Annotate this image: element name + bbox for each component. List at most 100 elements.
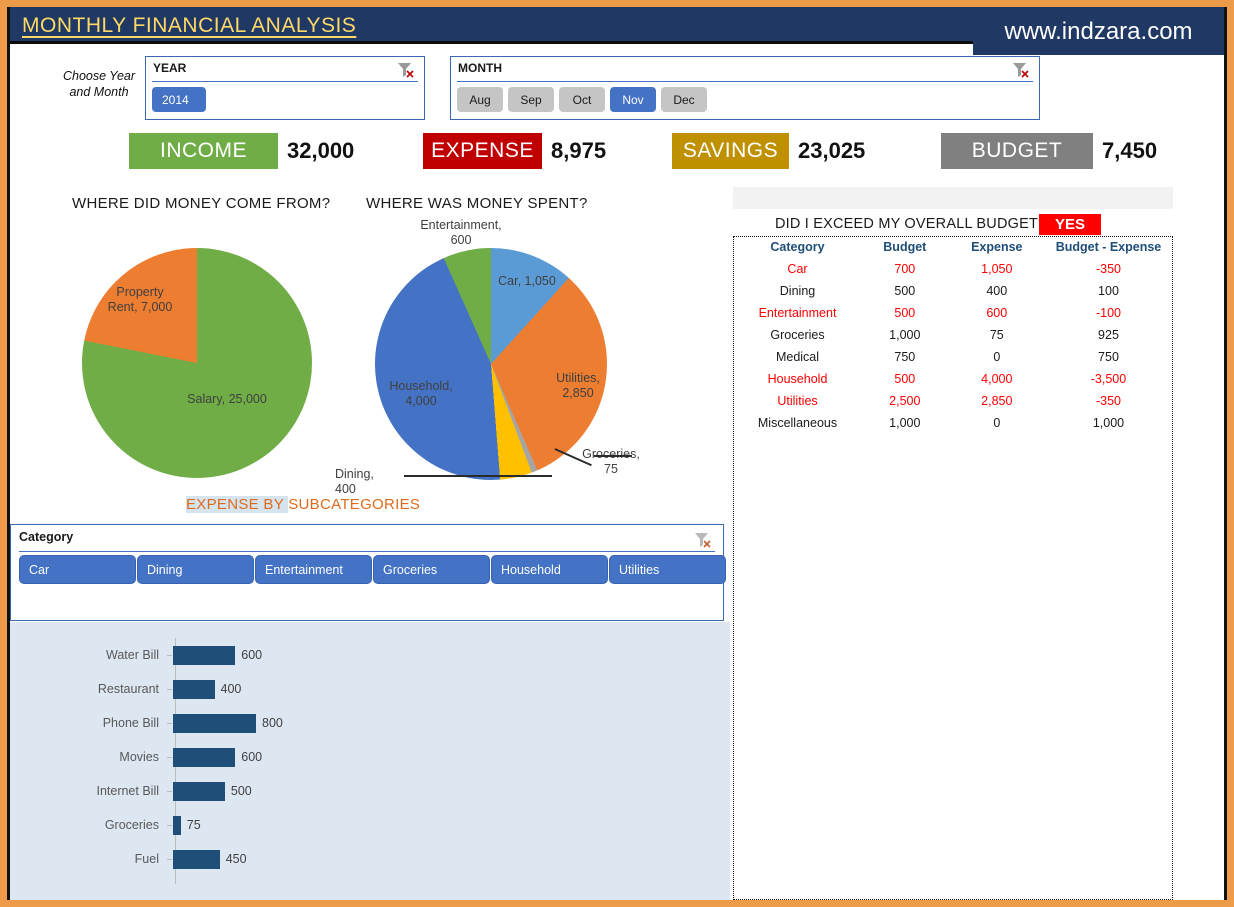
slicer-month-option-dec[interactable]: Dec <box>661 87 707 112</box>
expense-pie-slice-label: Utilities, 2,850 <box>540 371 616 401</box>
subcategory-title-highlight: EXPENSE BY <box>186 496 288 513</box>
bar-value-label: 600 <box>241 648 262 662</box>
table-cell-category: Car <box>734 258 861 280</box>
table-cell-budget: 700 <box>861 258 949 280</box>
kpi-budget: BUDGET 7,450 <box>941 133 1157 169</box>
bar-fill <box>173 850 220 869</box>
bar-value-label: 75 <box>187 818 201 832</box>
bar-category-label: Water Bill <box>10 648 167 662</box>
slicer-category-items[interactable]: CarDiningEntertainmentGroceriesHousehold… <box>19 555 726 584</box>
table-cell-expense: 75 <box>949 324 1045 346</box>
slicer-category-option-entertainment[interactable]: Entertainment <box>255 555 372 584</box>
bar-fill <box>173 748 235 767</box>
table-row: Utilities2,5002,850-350 <box>734 390 1172 412</box>
kpi-income-value: 32,000 <box>287 138 354 164</box>
table-row: Entertainment500600-100 <box>734 302 1172 324</box>
income-pie-chart <box>82 248 312 478</box>
slicer-month-option-sep[interactable]: Sep <box>508 87 554 112</box>
clear-filter-icon[interactable] <box>1011 61 1031 79</box>
table-cell-diff: 1,000 <box>1045 412 1172 434</box>
income-pie-slice-label: Salary, 25,000 <box>182 392 272 407</box>
table-cell-budget: 2,500 <box>861 390 949 412</box>
slicer-category-option-utilities[interactable]: Utilities <box>609 555 726 584</box>
table-cell-expense: 600 <box>949 302 1045 324</box>
table-row: Car7001,050-350 <box>734 258 1172 280</box>
kpi-income: INCOME 32,000 <box>129 133 354 169</box>
bar-category-label: Fuel <box>10 852 167 866</box>
bar-fill <box>173 680 215 699</box>
table-cell-category: Entertainment <box>734 302 861 324</box>
slicer-category-option-dining[interactable]: Dining <box>137 555 254 584</box>
brand-logo-text: www.indzara.com <box>1004 18 1192 46</box>
kpi-budget-value: 7,450 <box>1102 138 1157 164</box>
kpi-budget-label: BUDGET <box>941 133 1093 169</box>
slicer-month-option-nov[interactable]: Nov <box>610 87 656 112</box>
table-cell-diff: -3,500 <box>1045 368 1172 390</box>
table-column-header: Category <box>734 237 861 258</box>
table-cell-category: Groceries <box>734 324 861 346</box>
clear-filter-icon[interactable] <box>396 61 416 79</box>
slicer-divider <box>19 551 715 552</box>
budget-question-label: DID I EXCEED MY OVERALL BUDGET? <box>775 216 1046 232</box>
slicer-divider <box>457 81 1033 82</box>
slicer-month-option-oct[interactable]: Oct <box>559 87 605 112</box>
brand-logo[interactable]: www.indzara.com <box>973 8 1224 55</box>
slicer-category-option-car[interactable]: Car <box>19 555 136 584</box>
bar-value-label: 450 <box>226 852 247 866</box>
table-cell-budget: 1,000 <box>861 412 949 434</box>
table-column-header: Budget <box>861 237 949 258</box>
slicer-category[interactable]: Category CarDiningEntertainmentGroceries… <box>10 524 724 621</box>
table-cell-budget: 500 <box>861 368 949 390</box>
bar-chart-row: Internet Bill500 <box>10 774 730 808</box>
slicer-year-title: YEAR <box>153 61 186 75</box>
kpi-savings-label: SAVINGS <box>672 133 789 169</box>
budget-exceeded-badge: YES <box>1039 214 1101 235</box>
slicer-category-option-groceries[interactable]: Groceries <box>373 555 490 584</box>
kpi-savings-value: 23,025 <box>798 138 865 164</box>
table-cell-budget: 750 <box>861 346 949 368</box>
bar-fill <box>173 782 225 801</box>
table-cell-expense: 4,000 <box>949 368 1045 390</box>
kpi-savings: SAVINGS 23,025 <box>672 133 865 169</box>
expense-pie-title: WHERE WAS MONEY SPENT? <box>366 195 588 212</box>
slicer-year-option-2014[interactable]: 2014 <box>152 87 206 112</box>
table-cell-diff: 750 <box>1045 346 1172 368</box>
table-cell-diff: 925 <box>1045 324 1172 346</box>
subcategory-section-title: EXPENSE BY SUBCATEGORIES <box>186 496 420 513</box>
bar-category-label: Groceries <box>10 818 167 832</box>
bar-chart-row: Movies600 <box>10 740 730 774</box>
table-cell-expense: 0 <box>949 346 1045 368</box>
slicer-year-items[interactable]: 2014 <box>152 87 206 112</box>
bar-category-label: Phone Bill <box>10 716 167 730</box>
slicer-month-option-aug[interactable]: Aug <box>457 87 503 112</box>
bar-axis-tick <box>167 689 172 690</box>
bar-axis-tick <box>167 757 172 758</box>
subcategory-title-rest: SUBCATEGORIES <box>288 496 420 513</box>
leader-line <box>594 455 632 457</box>
slicer-year[interactable]: YEAR 2014 <box>145 56 425 120</box>
table-cell-category: Dining <box>734 280 861 302</box>
expense-pie-slice-label: Entertainment, 600 <box>415 218 507 248</box>
bar-category-label: Internet Bill <box>10 784 167 798</box>
bar-chart-row: Groceries 75 <box>10 808 730 842</box>
bar-value-label: 600 <box>241 750 262 764</box>
slicer-divider <box>152 81 418 82</box>
table-row: Groceries1,00075925 <box>734 324 1172 346</box>
slicer-month[interactable]: MONTH AugSepOctNovDec <box>450 56 1040 120</box>
slicer-month-items[interactable]: AugSepOctNovDec <box>457 87 707 112</box>
bar-chart-row: Water Bill 600 <box>10 638 730 672</box>
income-pie-slice-label: Property Rent, 7,000 <box>100 285 180 315</box>
bar-axis-tick <box>167 655 172 656</box>
slicer-category-option-household[interactable]: Household <box>491 555 608 584</box>
bar-chart-row: Restaurant400 <box>10 672 730 706</box>
choose-year-month-label: Choose Year and Month <box>62 68 136 100</box>
page-title: MONTHLY FINANCIAL ANALYSIS <box>22 14 356 38</box>
table-cell-expense: 0 <box>949 412 1045 434</box>
table-cell-expense: 2,850 <box>949 390 1045 412</box>
clear-filter-icon[interactable] <box>693 531 713 549</box>
table-cell-budget: 500 <box>861 280 949 302</box>
income-pie-title: WHERE DID MONEY COME FROM? <box>72 195 330 212</box>
table-cell-category: Medical <box>734 346 861 368</box>
table-header-row: CategoryBudgetExpenseBudget - Expense <box>734 237 1172 258</box>
expense-pie-slice-label: Car, 1,050 <box>485 274 569 289</box>
